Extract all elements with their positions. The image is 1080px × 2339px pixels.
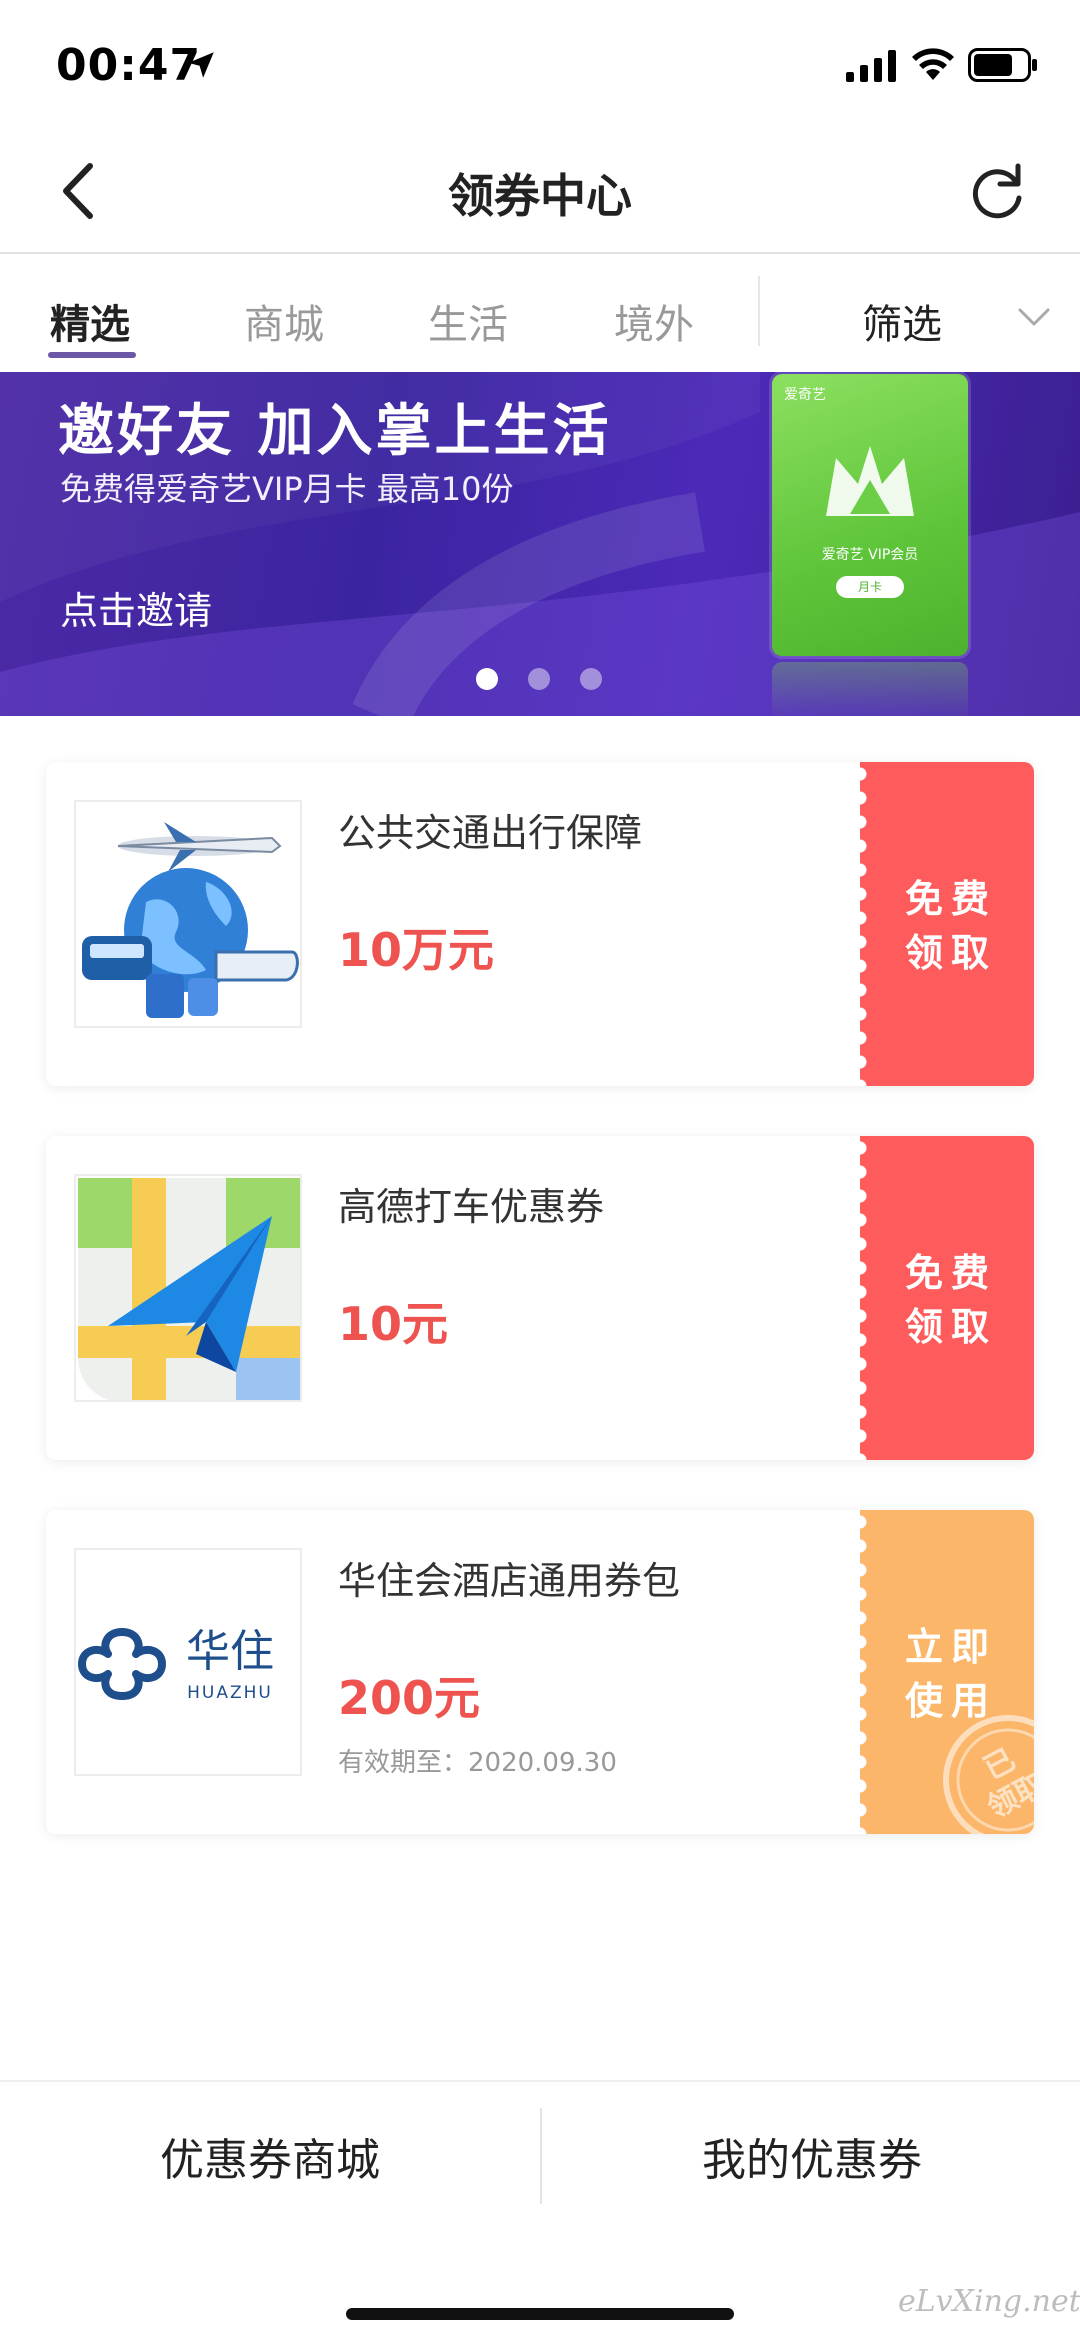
filter-button[interactable]: 筛选 (862, 292, 942, 350)
claim-button-label: 免费 领取 (860, 1246, 1034, 1354)
claimed-stamp-icon: 已 领取 (943, 1715, 1034, 1834)
action-line-1: 立即 (904, 1625, 997, 1669)
carousel-dot-1[interactable] (476, 668, 498, 690)
coupon-value: 10万元 (338, 923, 495, 977)
category-tab-bar: 精选 商城 生活 境外 筛选 (0, 256, 1080, 372)
coupon-value: 10元 (338, 1297, 449, 1351)
banner-subtitle: 免费得爱奇艺VIP月卡 最高10份 (60, 470, 514, 508)
vip-card-name: 爱奇艺 VIP会员 (821, 547, 919, 563)
iqiyi-vip-card-image: 爱奇艺 爱奇艺 VIP会员 月卡 (772, 374, 968, 656)
nav-bar: 领券中心 (0, 132, 1080, 254)
huazhu-logo-icon: 华住 HUAZHU (76, 1550, 300, 1774)
tab-life[interactable]: 生活 (428, 292, 508, 350)
coupon-title: 高德打车优惠券 (338, 1185, 605, 1229)
home-indicator[interactable] (346, 2308, 734, 2320)
tab-divider (758, 276, 760, 346)
banner-title: 邀好友 加入掌上生活 (58, 398, 612, 464)
wifi-icon (912, 48, 954, 80)
carousel-dot-3[interactable] (580, 668, 602, 690)
tab-overseas[interactable]: 境外 (614, 292, 694, 350)
globe-transport-icon (76, 802, 300, 1026)
vip-card-tag: 月卡 (836, 576, 904, 598)
watermark: eLvXing.net (898, 2284, 1080, 2319)
coupon-image-huazhu: 华住 HUAZHU (74, 1548, 302, 1776)
coupon-image-amap (74, 1174, 302, 1402)
use-now-button[interactable]: 立即 使用 已 领取 (860, 1510, 1034, 1834)
coupon-card[interactable]: 华住 HUAZHU 华住会酒店通用券包 200元 有效期至：2020.09.30… (46, 1510, 1034, 1834)
claim-free-button[interactable]: 免费 领取 (860, 1136, 1034, 1460)
location-arrow-icon (188, 52, 214, 78)
huazhu-logo-en: HUAZHU (187, 1683, 273, 1703)
crown-icon (826, 446, 914, 516)
carousel-dots (476, 668, 616, 692)
coupon-value: 200元 (338, 1671, 481, 1725)
tab-mall[interactable]: 商城 (244, 292, 324, 350)
status-time: 00:47 (56, 40, 202, 91)
claim-free-button[interactable]: 免费 领取 (860, 762, 1034, 1086)
tab-featured[interactable]: 精选 (50, 292, 130, 350)
carousel-dot-2[interactable] (528, 668, 550, 690)
huazhu-logo-cn: 华住 (186, 1626, 274, 1677)
coupon-title: 公共交通出行保障 (338, 811, 643, 855)
my-coupons-button[interactable]: 我的优惠券 (542, 2124, 1080, 2188)
cellular-signal-icon (846, 50, 896, 82)
action-line-2: 领取 (904, 1305, 997, 1349)
vip-card-reflection (772, 662, 968, 716)
action-line-1: 免费 (904, 877, 997, 921)
invite-link[interactable]: 点击邀请 (60, 580, 212, 635)
action-line-1: 免费 (904, 1251, 997, 1295)
coupon-validity: 有效期至：2020.09.30 (338, 1748, 617, 1778)
coupon-title: 华住会酒店通用券包 (338, 1559, 681, 1603)
page-title: 领券中心 (448, 169, 632, 223)
promo-banner[interactable]: 邀好友 加入掌上生活 免费得爱奇艺VIP月卡 最高10份 点击邀请 爱奇艺 爱奇… (0, 372, 1080, 716)
refresh-icon[interactable] (966, 158, 1028, 224)
battery-icon (968, 48, 1037, 82)
claim-button-label: 免费 领取 (860, 872, 1034, 980)
vip-card-brand: 爱奇艺 (784, 387, 826, 403)
chevron-down-icon[interactable] (1016, 306, 1052, 330)
amap-logo-icon (78, 1178, 300, 1400)
status-bar: 00:47 (0, 0, 1080, 132)
action-line-2: 领取 (904, 931, 997, 975)
active-tab-indicator (48, 352, 136, 358)
coupon-card[interactable]: 公共交通出行保障 10万元 免费 领取 (46, 762, 1034, 1086)
coupon-card[interactable]: 高德打车优惠券 10元 免费 领取 (46, 1136, 1034, 1460)
coupon-mall-button[interactable]: 优惠券商城 (0, 2124, 540, 2188)
coupon-image-transport (74, 800, 302, 1028)
